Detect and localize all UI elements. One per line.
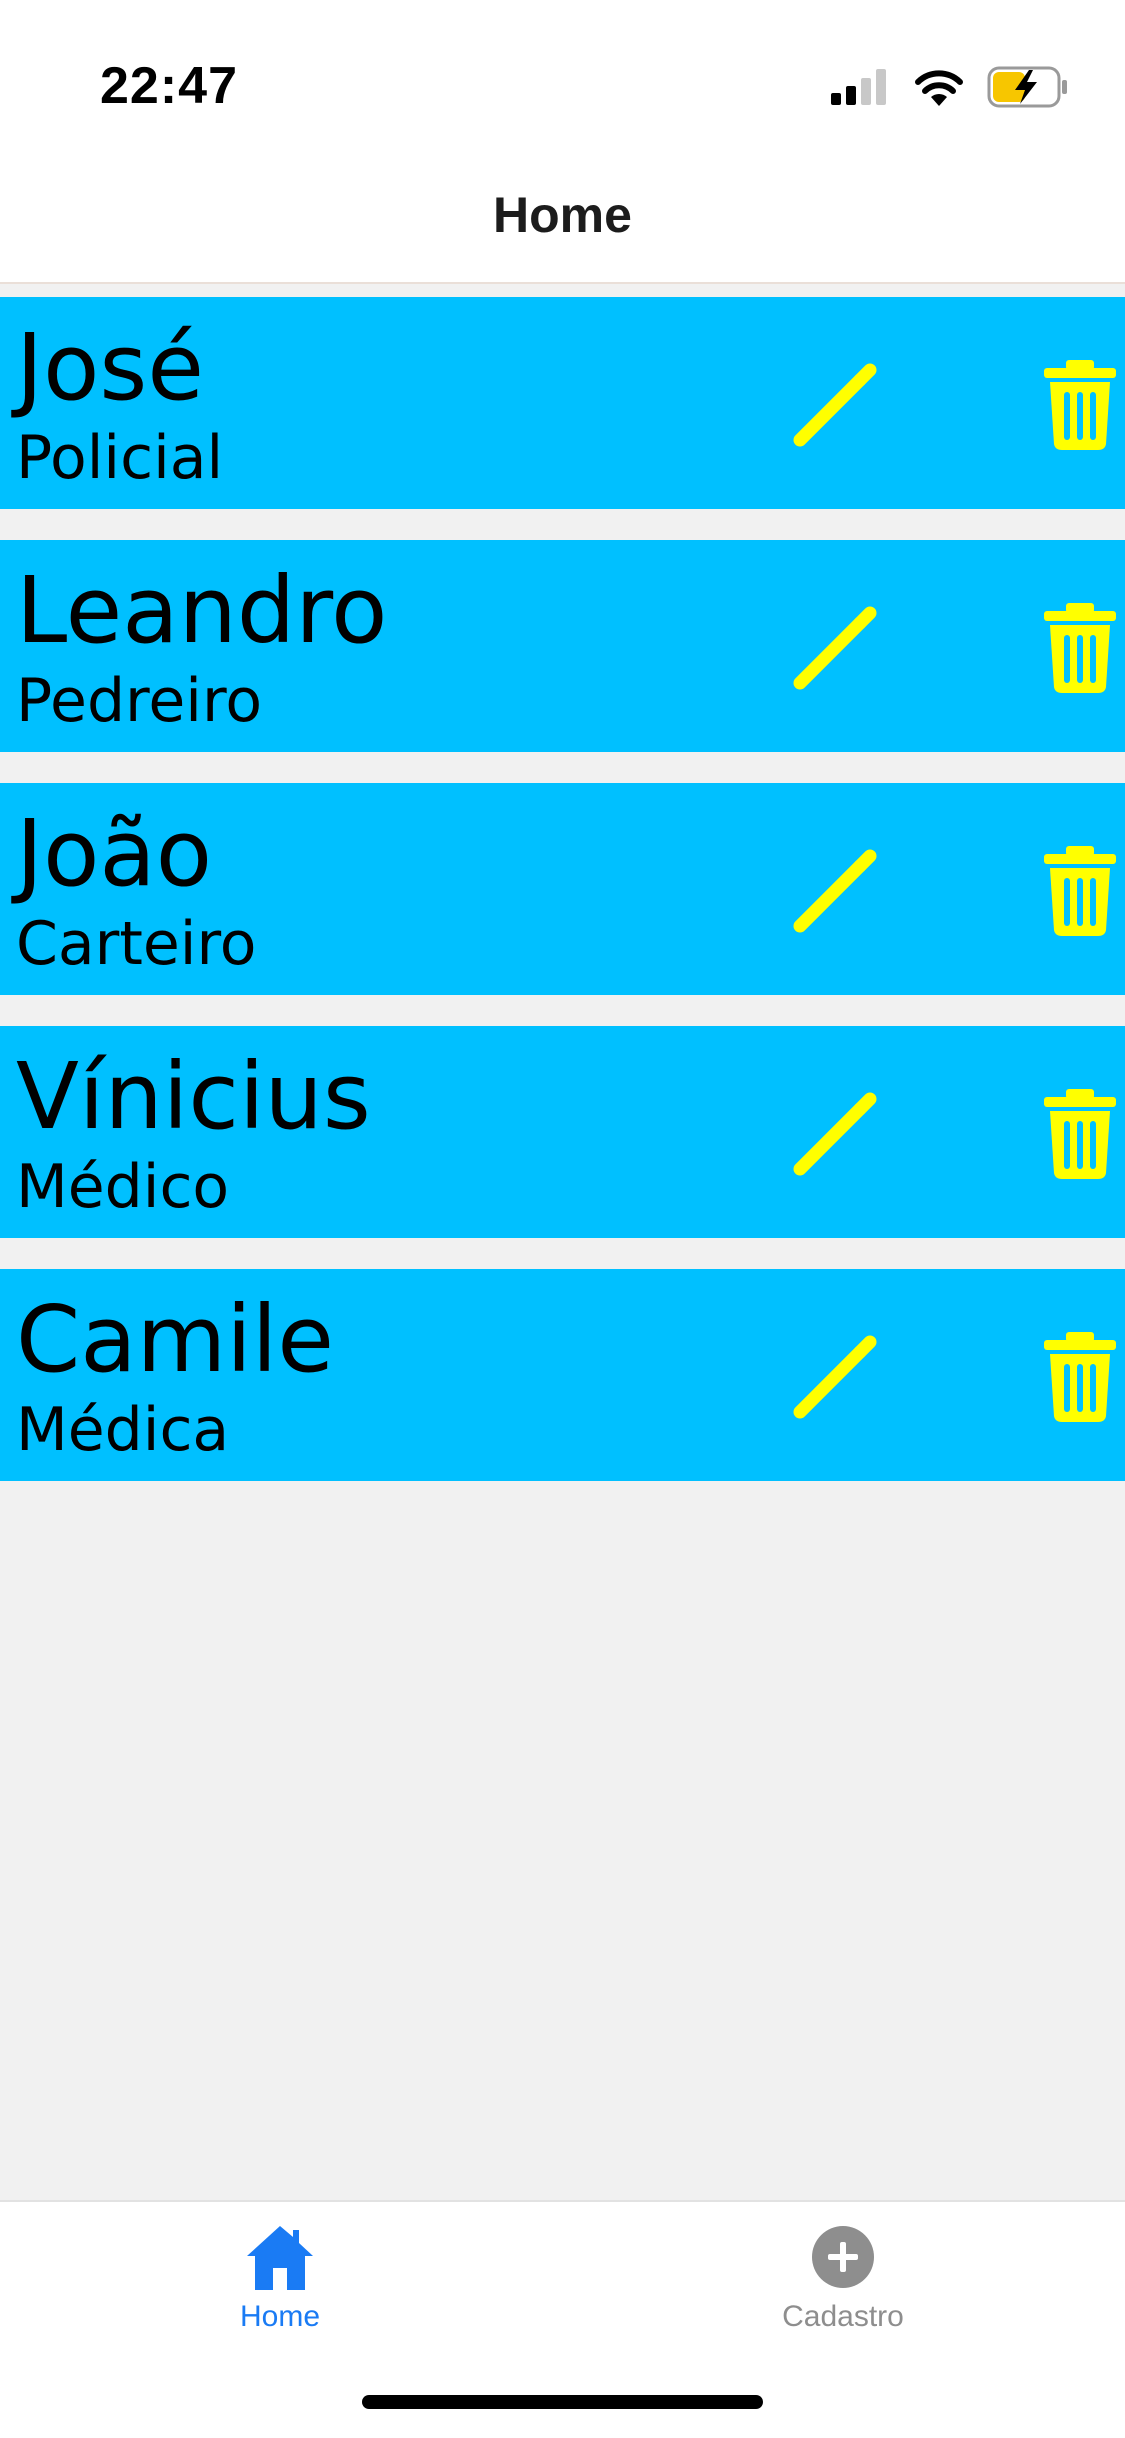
pencil-icon xyxy=(793,363,877,447)
delete-button[interactable] xyxy=(1040,603,1120,693)
person-role: Médico xyxy=(16,1152,230,1222)
delete-button[interactable] xyxy=(1040,360,1120,450)
trash-icon xyxy=(1044,846,1116,936)
plus-circle-icon xyxy=(812,2226,874,2288)
pencil-icon xyxy=(793,849,877,933)
edit-button[interactable] xyxy=(790,848,880,938)
pencil-icon xyxy=(793,606,877,690)
list-item: Camile Médica xyxy=(0,1269,1125,1481)
wifi-icon xyxy=(915,70,963,106)
tab-cadastro[interactable]: Cadastro xyxy=(693,2222,993,2362)
pencil-icon xyxy=(793,1092,877,1176)
delete-button[interactable] xyxy=(1040,1089,1120,1179)
trash-icon xyxy=(1044,1332,1116,1422)
list-item: Vínicius Médico xyxy=(0,1026,1125,1238)
page-title: Home xyxy=(493,187,632,243)
person-name: Leandro xyxy=(16,557,388,664)
status-time: 22:47 xyxy=(100,57,238,115)
trash-icon xyxy=(1044,603,1116,693)
tab-home-label: Home xyxy=(239,2300,321,2333)
person-role: Carteiro xyxy=(16,909,257,979)
home-indicator xyxy=(362,2395,763,2409)
person-name: João xyxy=(16,800,213,907)
person-name: José xyxy=(16,314,204,421)
person-name: Camile xyxy=(16,1286,334,1393)
pencil-icon xyxy=(793,1335,877,1419)
edit-button[interactable] xyxy=(790,1091,880,1181)
people-list: José Policial Leandro Pedreiro João Cart… xyxy=(0,297,1125,1512)
edit-button[interactable] xyxy=(790,362,880,452)
delete-button[interactable] xyxy=(1040,1332,1120,1422)
status-bar: 22:47 xyxy=(0,0,1125,150)
person-role: Policial xyxy=(16,423,224,493)
list-item: José Policial xyxy=(0,297,1125,509)
person-role: Pedreiro xyxy=(16,666,263,736)
trash-icon xyxy=(1044,1089,1116,1179)
tab-home[interactable]: Home xyxy=(130,2222,430,2362)
list-item: João Carteiro xyxy=(0,783,1125,995)
home-icon xyxy=(247,2226,313,2290)
navigation-bar: Home xyxy=(0,150,1125,284)
edit-button[interactable] xyxy=(790,605,880,695)
status-icons xyxy=(831,62,1069,112)
cellular-signal-icon xyxy=(831,69,886,105)
list-item: Leandro Pedreiro xyxy=(0,540,1125,752)
edit-button[interactable] xyxy=(790,1334,880,1424)
battery-charging-icon xyxy=(987,66,1067,108)
person-name: Vínicius xyxy=(16,1043,371,1150)
delete-button[interactable] xyxy=(1040,846,1120,936)
person-role: Médica xyxy=(16,1395,230,1465)
trash-icon xyxy=(1044,360,1116,450)
tab-cadastro-label: Cadastro xyxy=(782,2300,904,2333)
